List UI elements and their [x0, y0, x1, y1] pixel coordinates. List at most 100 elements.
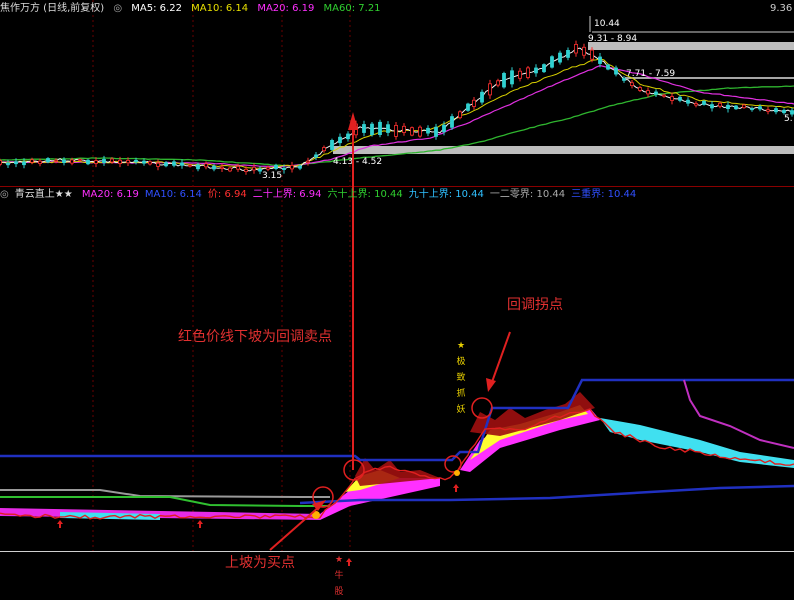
candle-body [14, 161, 18, 165]
band-low [333, 146, 794, 154]
low-price-label: 3.15 [262, 171, 282, 181]
candle-body [518, 70, 522, 79]
candle-body [574, 44, 578, 54]
candle-body [718, 102, 722, 107]
candle-body [188, 164, 192, 167]
candle-body [266, 166, 270, 170]
bottom-panel-header: ◎ 青云直上★★ MA20: 6.19 MA10: 6.14 价: 6.94 二十上界:… [0, 188, 642, 202]
ma60-label: MA60: 7.21 [323, 3, 381, 14]
candle-body [488, 83, 492, 96]
band-upper-label: 9.31 - 8.94 [588, 34, 637, 44]
candle-body [220, 166, 224, 169]
candle-body [204, 163, 208, 168]
candle-body [156, 162, 160, 167]
candle-body [426, 127, 430, 134]
candle-body [766, 109, 770, 112]
candle-body [134, 159, 138, 163]
ma10-label: MA10: 6.14 [191, 3, 249, 14]
candle-body [662, 94, 666, 97]
candle-body [670, 96, 674, 101]
ma5-label: MA5: 6.22 [131, 3, 182, 14]
vertical-signal-low-text: ★ 牛股 [334, 555, 344, 597]
high-price-label: 10.44 [594, 19, 620, 29]
candle-body [196, 164, 200, 170]
candle-body [742, 104, 746, 109]
candle-body [526, 67, 530, 78]
candle-body [638, 87, 642, 91]
candle-body [694, 103, 698, 106]
top-right-tick: 9.36 [770, 3, 793, 14]
candle-body [282, 167, 286, 171]
stock-title: 焦作万方 (日线,前复权) [0, 3, 105, 14]
candle-body [94, 160, 98, 164]
candle-body [110, 158, 114, 163]
candle-body [370, 123, 374, 135]
candle-body [630, 82, 634, 87]
candle-body [244, 168, 248, 173]
top-panel-header: 焦作万方 (日线,前复权) ◎ MA5: 6.22 MA10: 6.14 MA2… [0, 2, 387, 16]
candle-body [6, 162, 10, 166]
vertical-signal-text: ★ 极致抓妖 [456, 341, 466, 415]
sell-point-annotation: 红色价线下坡为回调卖点 [178, 329, 332, 345]
candle-body [386, 124, 390, 133]
candle-body [212, 165, 216, 170]
candle-body [402, 125, 406, 133]
candle-body [54, 159, 58, 162]
candle-body [164, 162, 168, 167]
chart-canvas: 10.44 9.31 - 8.94 7.71 - 7.59 4.13 - 4.52 3.… [0, 0, 794, 596]
candle-body [566, 50, 570, 58]
chart-stage: 10.44 9.31 - 8.94 7.71 - 7.59 4.13 - 4.52 3.… [0, 0, 794, 597]
ind-field-ma20: MA20: 6.19 [81, 189, 139, 200]
candle-body [710, 104, 714, 109]
candle-body [418, 126, 422, 137]
candle-body [172, 161, 176, 166]
turn-point-annotation: 回调拐点 [507, 297, 563, 313]
candle-body [734, 105, 738, 110]
candle-body [22, 161, 26, 166]
candle-body [410, 127, 414, 136]
candle-body [726, 104, 730, 110]
candle-body [534, 67, 538, 74]
settings-icon[interactable]: ◎ [113, 3, 122, 14]
candle-body [102, 158, 106, 164]
candle-body [274, 164, 278, 169]
candle-body [646, 90, 650, 95]
candle-body [442, 124, 446, 133]
candle-body [558, 52, 562, 63]
candle-body [702, 100, 706, 105]
candle-body [434, 126, 438, 137]
ind-field-120: 一二零界: 10.44 [489, 189, 566, 200]
candle-body [298, 165, 302, 169]
ind-field-triple: 三重界: 10.44 [571, 189, 637, 200]
candle-body [678, 96, 682, 101]
candle-body [394, 125, 398, 137]
candle-body [346, 133, 350, 140]
candle-body [236, 165, 240, 170]
candle-body [450, 116, 454, 128]
candle-body [686, 99, 690, 104]
candle-body [362, 124, 366, 133]
candle-body [86, 159, 90, 165]
settings-icon[interactable]: ◎ [0, 189, 9, 200]
candle-body [458, 111, 462, 119]
candle-body [252, 166, 256, 171]
candle-body [70, 159, 74, 164]
candle-body [750, 108, 754, 111]
band-mid-label: 7.71 - 7.59 [626, 69, 675, 79]
candle-body [582, 46, 586, 56]
ind-field-ma10: MA10: 6.14 [144, 189, 202, 200]
candle-body [480, 91, 484, 103]
candle-body [330, 139, 334, 150]
right-edge-price-label: 5. [784, 114, 793, 124]
candle-body [62, 159, 66, 163]
candle-body [338, 136, 342, 144]
candle-body [542, 64, 546, 73]
ind-field-60: 六十上界: 10.44 [327, 189, 403, 200]
candle-body [228, 167, 232, 172]
candle-body [654, 91, 658, 95]
buy-dot [454, 470, 460, 476]
candle-body [590, 49, 594, 60]
candle-body [46, 158, 50, 163]
candle-body [466, 103, 470, 111]
band-low-label: 4.13 - 4.52 [333, 157, 382, 167]
